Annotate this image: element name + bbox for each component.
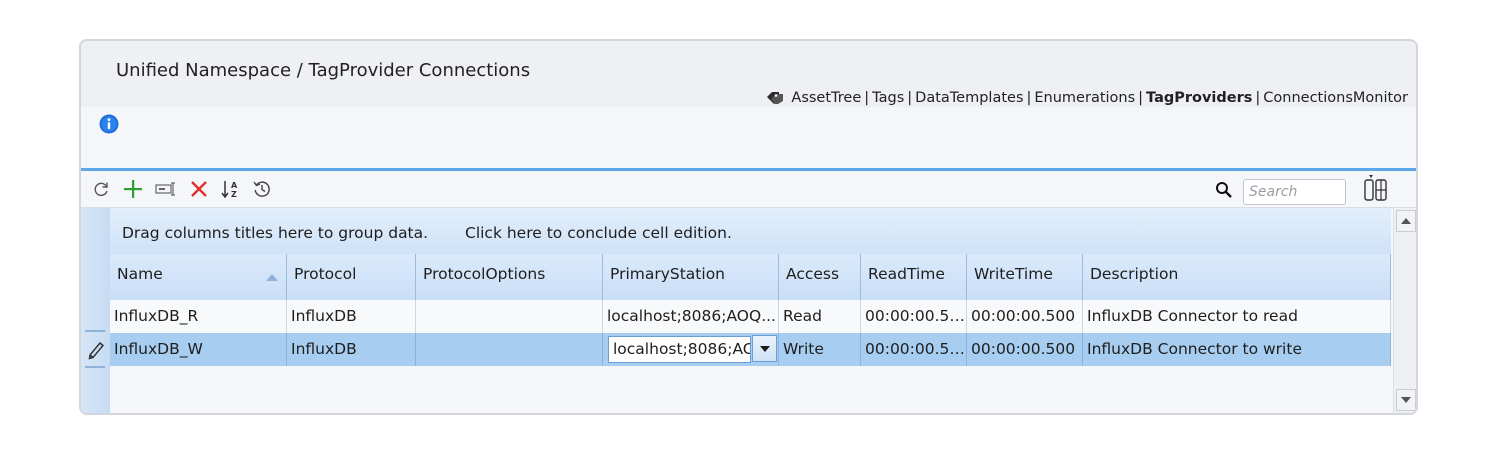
nav-link-datatemplates[interactable]: DataTemplates [915,90,1023,106]
cell-readtime[interactable]: 00:00:00.500 [861,300,967,333]
page-title: Unified Namespace / TagProvider Connecti… [116,60,531,81]
add-icon[interactable] [123,179,143,199]
column-title: Name [117,265,163,283]
column-header-primarystation[interactable]: PrimaryStation [603,254,779,300]
cell-protocol[interactable]: InfluxDB [287,300,416,333]
tag-icon [765,91,785,105]
svg-text:A: A [231,181,238,190]
cell-name[interactable]: InfluxDB_W [110,333,287,366]
cell-primarystation[interactable]: localhost;8086;AOQ... [603,300,779,333]
column-header-row: Name Protocol ProtocolOptions PrimarySta… [110,254,1391,300]
group-panel[interactable]: Drag columns titles here to group data. … [110,208,1391,254]
edit-row-marker-top [85,330,105,332]
cell-protocoloptions[interactable] [416,300,603,333]
module-nav: AssetTree | Tags | DataTemplates | Enume… [765,90,1408,106]
info-icon[interactable] [99,114,119,134]
header-area: Unified Namespace / TagProvider Connecti… [81,41,1416,107]
column-header-name[interactable]: Name [110,254,287,300]
grid-toolbar: AZ [81,171,1416,207]
column-header-description[interactable]: Description [1083,254,1391,300]
column-header-access[interactable]: Access [779,254,861,300]
scroll-down-button[interactable] [1396,389,1416,411]
search-box [1215,179,1346,205]
cell-protocoloptions[interactable] [416,333,603,366]
edit-row-marker-bottom [85,366,105,368]
cell-description[interactable]: InfluxDB Connector to read [1083,300,1391,333]
chevron-up-icon [1401,218,1411,224]
cell-writetime[interactable]: 00:00:00.500 [967,300,1083,333]
nav-separator: | [1026,90,1032,106]
tagprovider-connections-panel: Unified Namespace / TagProvider Connecti… [79,39,1418,415]
history-icon[interactable] [252,179,272,199]
group-hint: Drag columns titles here to group data. [122,224,429,242]
nav-link-tags[interactable]: Tags [872,90,904,106]
nav-separator: | [1255,90,1261,106]
scroll-up-button[interactable] [1396,210,1416,232]
table-row-selected[interactable]: InfluxDB_W InfluxDB localhost;8086;AC Wr… [110,333,1391,366]
nav-link-tagproviders[interactable]: TagProviders [1146,90,1252,106]
search-input[interactable] [1243,179,1346,205]
column-header-protocoloptions[interactable]: ProtocolOptions [416,254,603,300]
column-chooser-icon[interactable] [1362,174,1390,204]
cell-readtime[interactable]: 00:00:00.500 [861,333,967,366]
cell-protocol[interactable]: InfluxDB [287,333,416,366]
connections-grid: Drag columns titles here to group data. … [81,207,1416,413]
nav-link-assettree[interactable]: AssetTree [791,90,861,106]
nav-separator: | [1138,90,1144,106]
vertical-scrollbar[interactable] [1393,208,1416,413]
row-header-gutter [81,208,110,413]
nav-link-enumerations[interactable]: Enumerations [1034,90,1135,106]
primarystation-dropdown-button[interactable] [752,335,777,362]
sort-az-icon[interactable]: AZ [221,179,241,199]
search-icon [1215,181,1233,203]
chevron-down-icon [1401,397,1411,403]
pencil-icon [83,333,108,366]
rename-icon[interactable] [155,179,179,199]
conclude-edit-link[interactable]: Click here to conclude cell edition. [465,224,732,242]
svg-text:Z: Z [231,190,237,199]
delete-icon[interactable] [189,179,209,199]
cell-name[interactable]: InfluxDB_R [110,300,287,333]
column-header-protocol[interactable]: Protocol [287,254,416,300]
primarystation-edit-field[interactable]: localhost;8086;AC [608,336,751,363]
nav-separator: | [907,90,913,106]
cell-writetime[interactable]: 00:00:00.500 [967,333,1083,366]
table-row[interactable]: InfluxDB_R InfluxDB localhost;8086;AOQ..… [110,300,1391,333]
column-header-writetime[interactable]: WriteTime [967,254,1083,300]
cell-description[interactable]: InfluxDB Connector to write [1083,333,1391,366]
sort-ascending-icon [266,274,278,281]
cell-access[interactable]: Write [779,333,861,366]
cell-access[interactable]: Read [779,300,861,333]
cell-primarystation-editor: localhost;8086;AC [603,333,779,366]
nav-link-connectionsmonitor[interactable]: ConnectionsMonitor [1263,90,1408,106]
chevron-down-icon [759,345,770,352]
nav-separator: | [864,90,870,106]
refresh-icon[interactable] [91,179,111,199]
column-header-readtime[interactable]: ReadTime [861,254,967,300]
